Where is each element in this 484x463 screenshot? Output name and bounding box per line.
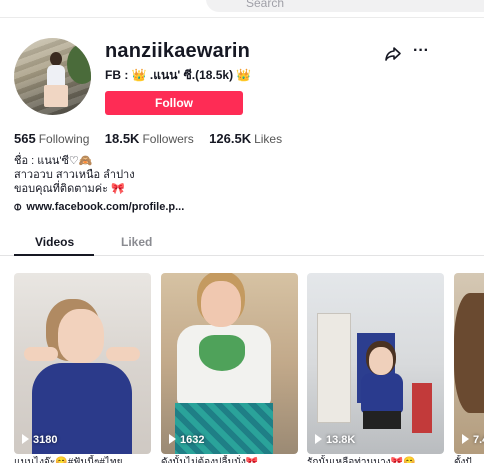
video-caption[interactable]: แนนไงจ๊ะ😊#ฟันนี้ๆ#ไทย xyxy=(14,455,151,463)
play-icon xyxy=(462,434,469,444)
thumbnail-face xyxy=(58,309,104,363)
bio-line-3: ขอบคุณที่ติดตามค่ะ 🎀 xyxy=(14,183,125,195)
video-views: 3180 xyxy=(22,434,57,446)
thumbnail-cabinet xyxy=(412,383,432,433)
view-count: 13.8K xyxy=(326,434,356,446)
view-count: 1632 xyxy=(180,434,205,446)
thumbnail-figure xyxy=(361,373,403,413)
likes-label: Likes xyxy=(254,132,283,146)
avatar-person-legs xyxy=(44,85,68,107)
video-views: 1632 xyxy=(169,434,204,446)
tab-liked[interactable]: Liked xyxy=(121,235,152,249)
followers-label[interactable]: Followers xyxy=(142,132,193,146)
search-input[interactable]: Search xyxy=(206,0,484,12)
view-count: 7.4 xyxy=(473,434,484,446)
share-icon[interactable] xyxy=(384,45,402,63)
play-icon xyxy=(169,434,176,444)
profile-bio: ชื่อ : แนน'ซี♡🙈 สาวอวบ สาวเหนือ ลำปาง ขอ… xyxy=(14,154,135,196)
following-count[interactable]: 565 xyxy=(14,131,36,146)
view-count: 3180 xyxy=(33,434,58,446)
thumbnail-hand xyxy=(24,347,58,361)
thumbnail-door xyxy=(317,313,351,423)
top-bar: Search xyxy=(0,0,484,18)
tab-videos[interactable]: Videos xyxy=(35,235,74,249)
active-tab-indicator xyxy=(14,254,94,256)
more-icon[interactable]: ··· xyxy=(412,43,430,63)
video-caption[interactable]: ดังนั้นไม่ต้องปลื้มนั่ง🎀 xyxy=(161,455,298,463)
play-icon xyxy=(22,434,29,444)
avatar-person-body xyxy=(47,65,65,87)
profile-link-text[interactable]: www.facebook.com/profile.p... xyxy=(26,201,184,213)
profile-stats: 565 Following 18.5K Followers 126.5K Likes xyxy=(14,131,294,146)
video-caption[interactable]: ตั้งปั xyxy=(454,455,484,463)
link-icon: ⊘ xyxy=(11,200,26,215)
profile-link[interactable]: ⊘www.facebook.com/profile.p... xyxy=(11,200,184,215)
avatar[interactable] xyxy=(14,38,91,115)
profile-username: nanziikaewarin xyxy=(105,40,251,62)
follow-button[interactable]: Follow xyxy=(105,91,243,115)
avatar-person-head xyxy=(50,52,62,66)
video-thumbnail[interactable]: 13.8K xyxy=(307,273,444,454)
search-placeholder: Search xyxy=(246,0,285,10)
video-thumbnail[interactable]: 1632 xyxy=(161,273,298,454)
thumbnail-shirt-print xyxy=(199,335,245,371)
video-views: 13.8K xyxy=(315,434,355,446)
play-icon xyxy=(315,434,322,444)
thumbnail-shorts xyxy=(363,411,401,429)
video-views: 7.4 xyxy=(462,434,484,446)
video-thumbnail[interactable]: 3180 xyxy=(14,273,151,454)
profile-subtitle: FB : 👑 .แนน' ซี.(18.5k) 👑 xyxy=(105,68,252,82)
thumbnail-figure xyxy=(454,293,484,413)
video-caption[interactable]: รักนั้นเหลือท่านนาง🎀😊 xyxy=(307,455,444,463)
bio-line-1: ชื่อ : แนน'ซี♡🙈 xyxy=(14,155,93,167)
thumbnail-face xyxy=(369,347,393,375)
followers-count[interactable]: 18.5K xyxy=(105,131,140,146)
thumbnail-face xyxy=(201,281,241,327)
thumbnail-hand xyxy=(106,347,140,361)
profile-tabs: Videos Liked xyxy=(0,228,484,256)
likes-count: 126.5K xyxy=(209,131,252,146)
thumbnail-shorts xyxy=(175,403,273,454)
avatar-plant xyxy=(67,44,91,84)
video-thumbnail[interactable]: 7.4 xyxy=(454,273,484,454)
bio-line-2: สาวอวบ สาวเหนือ ลำปาง xyxy=(14,169,135,181)
following-label[interactable]: Following xyxy=(39,132,90,146)
